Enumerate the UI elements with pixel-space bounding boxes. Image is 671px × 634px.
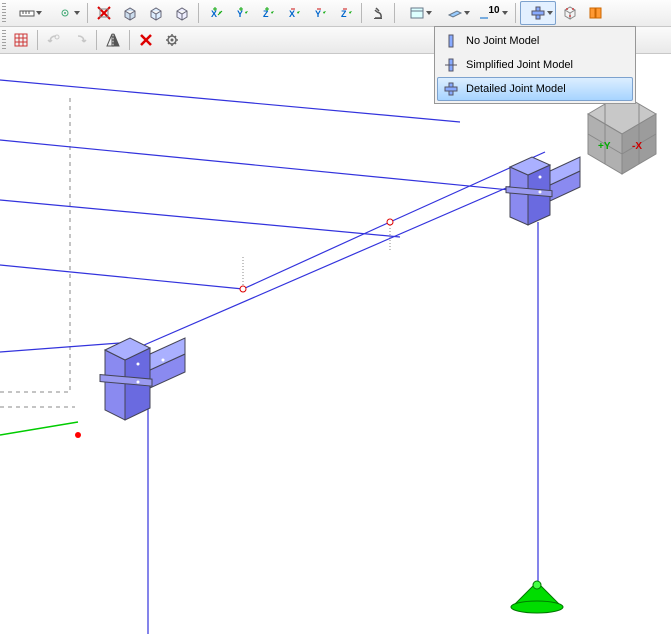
menu-item-label: Detailed Joint Model [466,83,566,95]
svg-text:Y: Y [237,9,243,19]
menu-item-no-joint[interactable]: No Joint Model [437,29,633,53]
chevron-down-icon [502,11,508,15]
mirror-button[interactable] [101,28,125,52]
axis-y-label: +Y [598,141,611,152]
view-plus-y-button[interactable]: Y [229,1,253,25]
panel-button[interactable] [584,1,608,25]
ruler-tool-button[interactable] [9,1,45,25]
toolbar-grip[interactable] [2,30,6,50]
toolbar-separator [515,3,516,23]
scale-value: 10 [488,5,499,16]
view-minus-x-button[interactable]: X [281,1,305,25]
menu-item-simplified-joint[interactable]: Simplified Joint Model [437,53,633,77]
window-view-button[interactable] [399,1,435,25]
box-view2-button[interactable] [144,1,168,25]
axis-x-label: -X [632,141,642,152]
joint-model-menu: No Joint Model Simplified Joint Model De… [434,26,636,104]
grid-3d-button[interactable] [558,1,582,25]
main-toolbar: X Y Z X Y Z 10 [0,0,671,27]
toolbar-separator [198,3,199,23]
red-grid-button[interactable] [9,28,33,52]
chevron-down-icon [74,11,80,15]
settings-button[interactable] [160,28,184,52]
toolbar-separator [87,3,88,23]
view-minus-y-button[interactable]: Y [307,1,331,25]
menu-item-label: No Joint Model [466,35,539,47]
plane-button[interactable] [437,1,473,25]
view-minus-z-button[interactable]: Z [333,1,357,25]
joint-detail-icon [442,80,460,98]
hide-button[interactable] [92,1,116,25]
svg-text:X: X [289,9,295,19]
model-canvas: +Y -X [0,52,671,634]
menu-item-detailed-joint[interactable]: Detailed Joint Model [437,77,633,101]
view-plus-x-button[interactable]: X [203,1,227,25]
orientation-cube: +Y -X [588,94,656,174]
point-tool-button[interactable] [47,1,83,25]
joint-none-icon [442,32,460,50]
svg-text:Z: Z [341,9,347,19]
svg-text:X: X [211,9,217,19]
box-view3-button[interactable] [170,1,194,25]
view-plus-z-button[interactable]: Z [255,1,279,25]
svg-text:Y: Y [315,9,321,19]
toolbar-separator [129,30,130,50]
toolbar-separator [37,30,38,50]
toolbar-grip[interactable] [2,3,6,23]
undo-button [42,28,66,52]
delete-button[interactable] [134,28,158,52]
toolbar-separator [394,3,395,23]
svg-text:Z: Z [263,9,269,19]
chevron-down-icon [36,11,42,15]
joint-simple-icon [442,56,460,74]
toolbar-separator [361,3,362,23]
box-view1-button[interactable] [118,1,142,25]
model-viewport[interactable]: +Y -X [0,52,671,634]
joint-model-button[interactable] [520,1,556,25]
toolbar-separator [96,30,97,50]
chevron-down-icon [464,11,470,15]
scale-10-button[interactable]: 10 [475,1,511,25]
chevron-down-icon [426,11,432,15]
microscope-button[interactable] [366,1,390,25]
redo-button [68,28,92,52]
chevron-down-icon [547,11,553,15]
menu-item-label: Simplified Joint Model [466,59,573,71]
